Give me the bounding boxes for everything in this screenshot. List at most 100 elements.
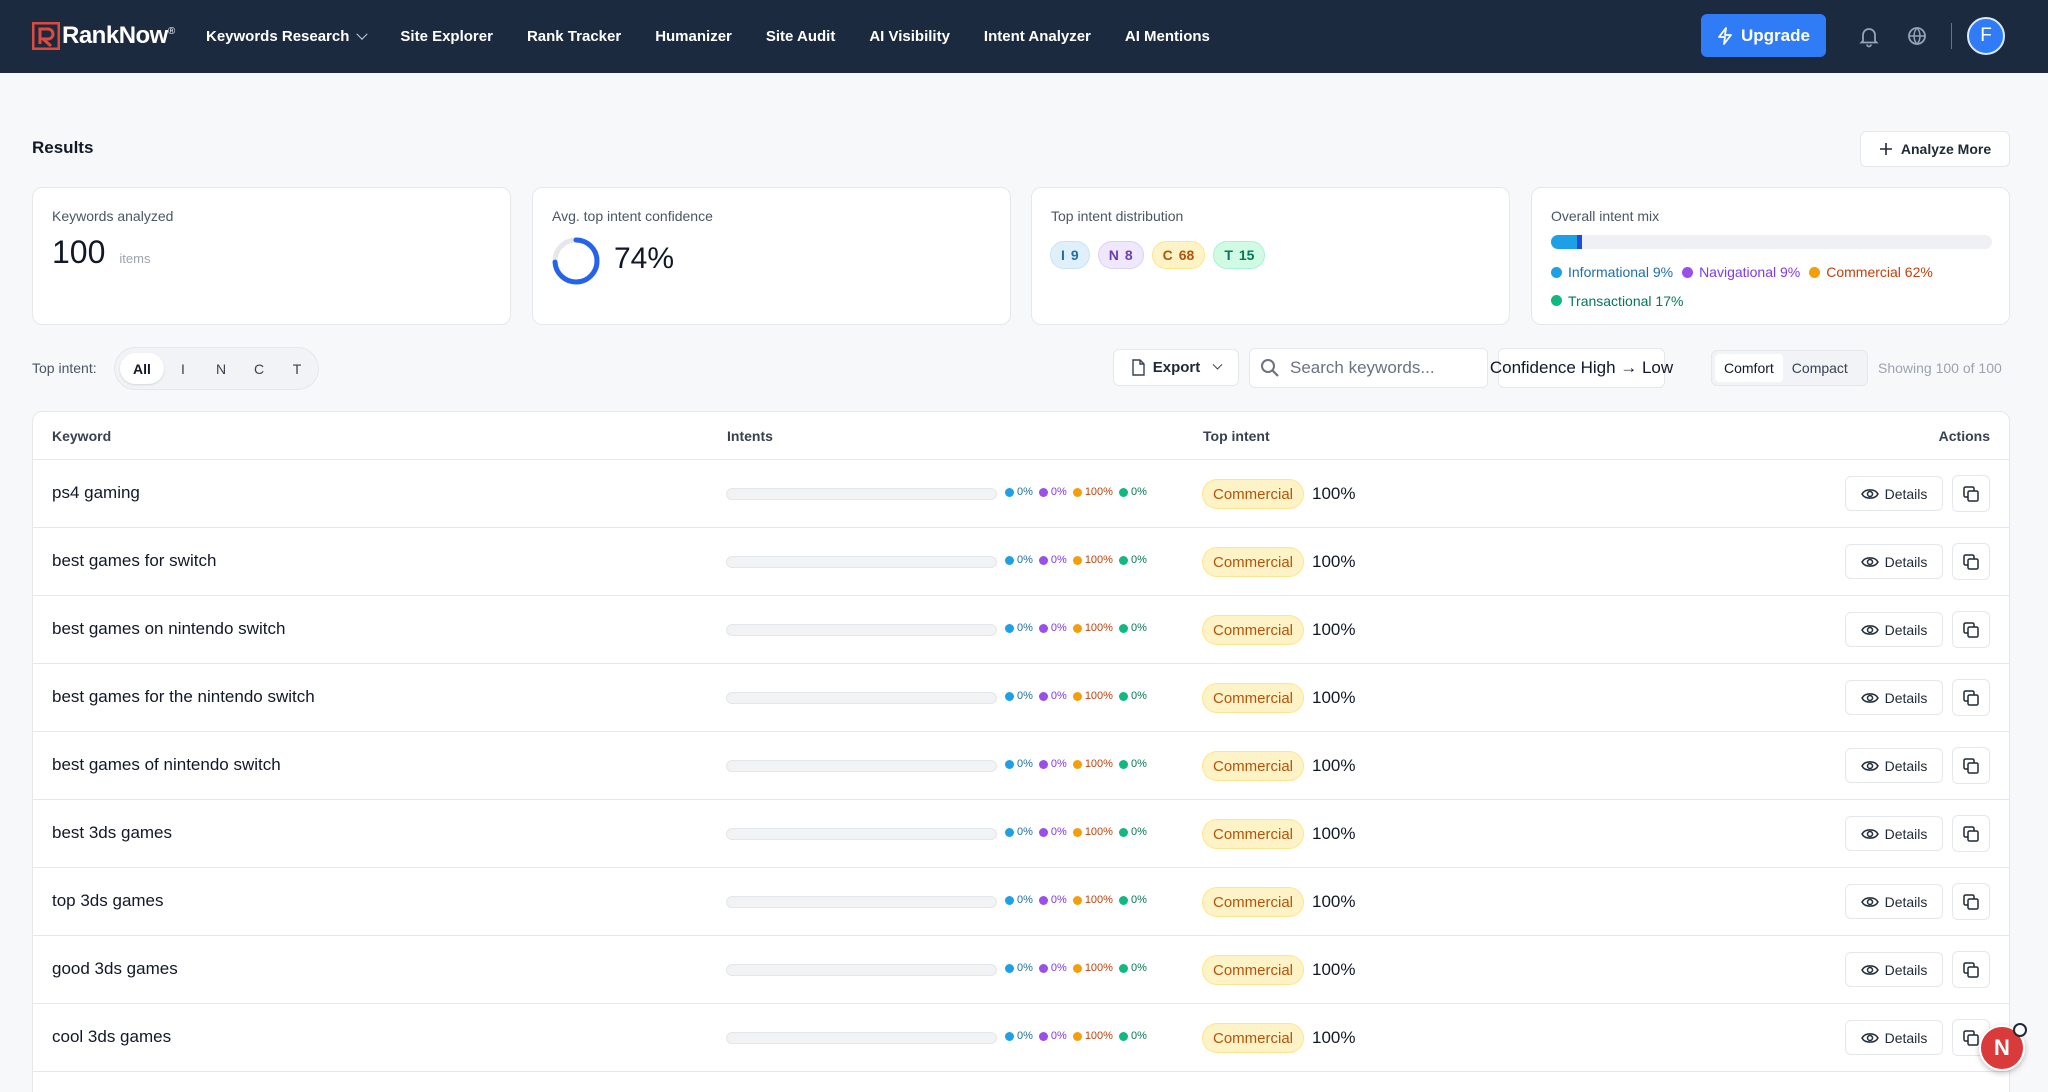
filter-option-n[interactable]: N: [202, 353, 240, 384]
header-intents: Intents: [727, 428, 773, 444]
intent-dot: [1072, 1031, 1082, 1041]
nav-item-keywords-research[interactable]: Keywords Research: [206, 28, 369, 45]
copy-icon: [1963, 689, 1979, 706]
upgrade-label: Upgrade: [1741, 25, 1810, 45]
intent-breakdown-item: 100%: [1072, 962, 1113, 974]
details-button[interactable]: Details: [1845, 1020, 1943, 1055]
sort-select[interactable]: Confidence High → Low: [1490, 348, 1673, 388]
intent-breakdown-item: 0%: [1038, 758, 1067, 770]
copy-button[interactable]: [1952, 679, 1990, 716]
nav-item-site-audit[interactable]: Site Audit: [766, 28, 835, 45]
eye-icon: [1860, 964, 1879, 975]
table-row: top 3ds games 0% 0% 100% 0% Commercial 100% Det…: [33, 868, 2009, 936]
copy-button[interactable]: [1952, 475, 1990, 512]
nav-item-label: Intent Analyzer: [983, 28, 1091, 45]
eye-icon: [1860, 896, 1879, 907]
intent-breakdown: 0% 0% 100% 0%: [1005, 1030, 1147, 1042]
top-intent-badge: Commercial: [1202, 547, 1305, 577]
copy-icon: [1963, 621, 1979, 638]
intent-pct: 100%: [1084, 486, 1113, 498]
details-label: Details: [1884, 893, 1928, 910]
intent-bar: [726, 624, 997, 636]
filter-option-t[interactable]: T: [278, 353, 316, 384]
bell-icon[interactable]: [1857, 24, 1881, 48]
intent-pct: 100%: [1084, 826, 1113, 838]
floating-assistant-button[interactable]: N: [1979, 1023, 2027, 1071]
intent-pct: 0%: [1017, 554, 1033, 566]
globe-icon[interactable]: [1905, 24, 1929, 48]
top-navbar: RankNow® Keywords Research Site Explorer R…: [0, 0, 2048, 73]
analyze-more-button[interactable]: Analyze More: [1860, 131, 2010, 167]
pill-letter: I: [1061, 247, 1065, 263]
top-intent-badge: Commercial: [1202, 887, 1305, 917]
intent-pct: 0%: [1050, 486, 1067, 498]
density-option-comfort[interactable]: Comfort: [1715, 354, 1783, 382]
top-intent-badge: Commercial: [1202, 479, 1305, 509]
distribution-card: Top intent distribution I 9 N 8 C 68 T 15: [1031, 187, 1510, 325]
upgrade-button[interactable]: Upgrade: [1701, 14, 1826, 57]
copy-button[interactable]: [1952, 543, 1990, 580]
intent-breakdown-item: 0%: [1038, 486, 1067, 498]
filter-option-i[interactable]: I: [164, 353, 202, 384]
copy-button[interactable]: [1952, 747, 1990, 784]
copy-button[interactable]: [1952, 611, 1990, 648]
card-label: Keywords analyzed: [52, 208, 174, 224]
top-intent-badge: Commercial: [1202, 819, 1305, 849]
top-intent-pct: 100%: [1312, 552, 1356, 571]
details-button[interactable]: Details: [1845, 952, 1943, 987]
logo[interactable]: RankNow®: [32, 22, 175, 50]
keyword-cell: top 3ds games: [52, 891, 164, 910]
search-input[interactable]: [1290, 358, 1480, 378]
filter-option-c[interactable]: C: [240, 353, 278, 384]
density-option-compact[interactable]: Compact: [1783, 354, 1857, 382]
intent-dot: [1072, 759, 1082, 769]
intent-pct: 0%: [1050, 962, 1067, 974]
intent-pct: 0%: [1050, 758, 1067, 770]
nav-item-intent-analyzer[interactable]: Intent Analyzer: [984, 28, 1091, 45]
header-keyword: Keyword: [52, 428, 112, 444]
details-button[interactable]: Details: [1845, 680, 1943, 715]
nav-item-ai-mentions[interactable]: AI Mentions: [1125, 28, 1210, 45]
export-button[interactable]: Export: [1113, 349, 1239, 386]
nav-item-site-explorer[interactable]: Site Explorer: [400, 28, 493, 45]
intent-breakdown-item: 100%: [1072, 758, 1113, 770]
intent-mix-legend-item: Commercial 62%: [1809, 258, 1933, 286]
copy-button[interactable]: [1952, 815, 1990, 852]
details-button[interactable]: Details: [1845, 748, 1943, 783]
intent-bar: [726, 760, 997, 772]
nav-item-rank-tracker[interactable]: Rank Tracker: [527, 28, 621, 45]
distribution-pill: T 15: [1213, 241, 1266, 269]
intent-breakdown-item: 0%: [1038, 894, 1067, 906]
copy-button[interactable]: [1952, 883, 1990, 920]
intent-bar: [726, 488, 997, 500]
avatar[interactable]: F: [1967, 17, 2005, 55]
intent-mix-segment: [1577, 235, 1582, 249]
copy-icon: [1963, 961, 1979, 978]
details-button[interactable]: Details: [1845, 816, 1943, 851]
intent-pct: 0%: [1017, 622, 1033, 634]
top-intent-badge: Commercial: [1202, 683, 1305, 713]
distribution-pill: N8: [1097, 241, 1144, 269]
nav-item-label: Rank Tracker: [526, 28, 622, 45]
intent-pct: 100%: [1084, 1030, 1113, 1042]
intent-breakdown: 0% 0% 100% 0%: [1005, 554, 1147, 566]
intent-dot: [1118, 623, 1128, 633]
top-intent-pct: 100%: [1312, 484, 1356, 503]
nav-item-ai-visibility[interactable]: AI Visibility: [869, 28, 950, 45]
intent-breakdown-item: 0%: [1118, 758, 1147, 770]
intent-dot: [1118, 895, 1128, 905]
details-button[interactable]: Details: [1845, 476, 1943, 511]
details-button[interactable]: Details: [1845, 544, 1943, 579]
logo-mark-icon: [32, 22, 60, 50]
nav-item-humanizer[interactable]: Humanizer: [655, 28, 732, 45]
details-button[interactable]: Details: [1845, 612, 1943, 647]
copy-button[interactable]: [1952, 951, 1990, 988]
intent-breakdown-item: 0%: [1118, 962, 1147, 974]
intent-pct: 0%: [1017, 826, 1033, 838]
filter-option-all[interactable]: All: [120, 353, 164, 384]
details-button[interactable]: Details: [1845, 884, 1943, 919]
intent-dot: [1038, 691, 1048, 701]
search-icon: [1261, 359, 1279, 377]
intent-dot: [1072, 487, 1082, 497]
keyword-cell: good 3ds games: [52, 959, 178, 978]
